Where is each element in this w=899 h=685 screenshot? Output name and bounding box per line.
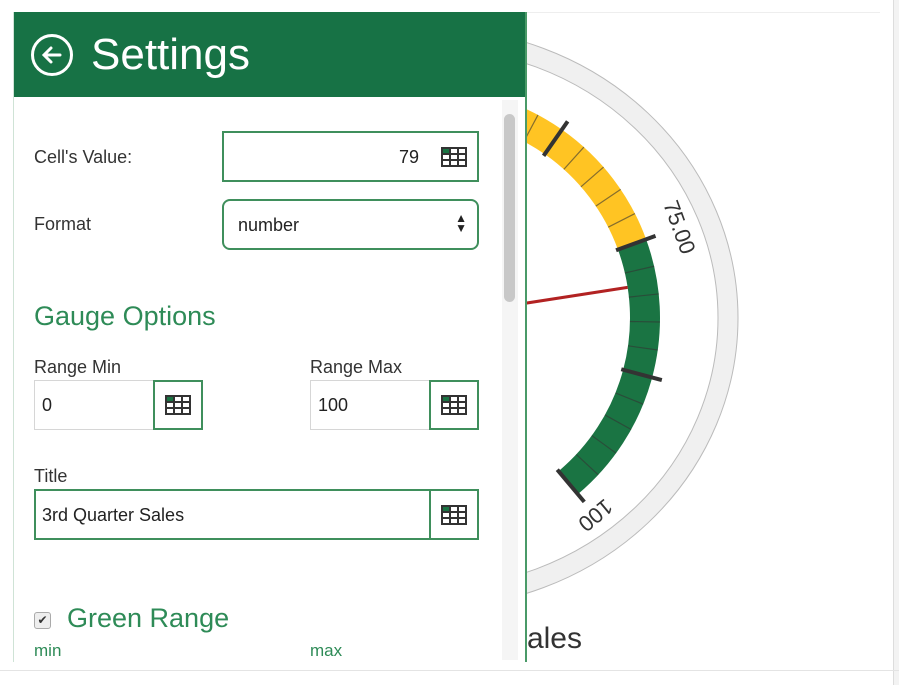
settings-header: Settings	[14, 12, 525, 97]
range-max-input[interactable]: 100	[310, 380, 430, 430]
green-range-checkbox[interactable]: ✔	[34, 612, 51, 629]
grid-icon	[441, 395, 467, 415]
settings-title: Settings	[91, 29, 250, 79]
cell-picker-icon[interactable]	[441, 147, 467, 172]
format-label: Format	[34, 214, 92, 234]
settings-panel: Settings Cell's Value: 79 Format number …	[13, 12, 527, 662]
green-max-label: max	[310, 641, 343, 660]
grid-icon	[441, 504, 467, 525]
range-min-cell-picker[interactable]	[153, 380, 203, 430]
format-select[interactable]: number ▲ ▼	[222, 199, 479, 250]
cells-value: 79	[398, 147, 419, 167]
format-value: number	[238, 215, 300, 235]
gauge-options-heading: Gauge Options	[34, 301, 216, 331]
cells-value-input[interactable]: 79	[222, 131, 479, 182]
range-min-label: Range Min	[34, 357, 122, 377]
back-button[interactable]	[31, 33, 73, 76]
scrollbar[interactable]	[502, 100, 518, 660]
range-max-label: Range Max	[310, 357, 403, 377]
range-min-input[interactable]: 0	[34, 380, 154, 430]
title-label: Title	[34, 466, 68, 486]
green-range-heading: Green Range	[67, 603, 230, 633]
arrow-left-icon	[41, 46, 62, 63]
title-cell-picker[interactable]	[429, 489, 479, 540]
cells-value-label: Cell's Value:	[34, 147, 133, 167]
gauge-minor-tick	[629, 320, 660, 323]
scrollbar-thumb[interactable]	[504, 114, 515, 302]
range-max-cell-picker[interactable]	[429, 380, 479, 430]
checkmark-icon: ✔	[37, 613, 48, 627]
title-input[interactable]: 3rd Quarter Sales	[34, 489, 431, 540]
green-min-label: min	[34, 641, 62, 660]
select-arrows-icon: ▲ ▼	[455, 211, 467, 235]
grid-icon	[165, 395, 191, 415]
title-value: 3rd Quarter Sales	[42, 505, 185, 525]
